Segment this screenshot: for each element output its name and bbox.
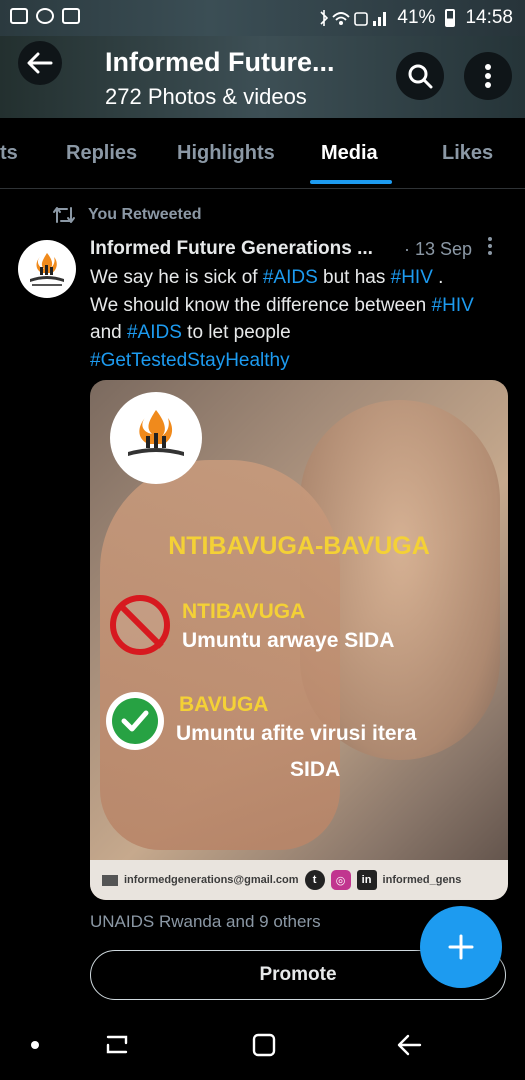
hashtag-gettestedstayhealthy[interactable]: #GetTestedStayHealthy: [90, 350, 290, 371]
media-logo: [110, 392, 202, 484]
plus-icon: [448, 934, 474, 960]
status-right: 41% 14:58: [317, 7, 513, 29]
recent-apps-icon[interactable]: [104, 1033, 130, 1057]
do-say-label: BAVUGA: [179, 693, 269, 716]
more-options-button[interactable]: [464, 52, 512, 100]
page-title: Informed Future...: [105, 47, 335, 77]
status-notification-icons: [10, 8, 80, 24]
active-tab-indicator: [310, 180, 392, 184]
retweet-icon: [53, 207, 75, 223]
battery-icon: [445, 9, 456, 27]
media-title: NTIBAVUGA-BAVUGA: [168, 532, 430, 560]
nav-dot-indicator: [31, 1041, 39, 1049]
logo-icon: [30, 253, 64, 286]
liked-by-text[interactable]: UNAIDS Rwanda and 9 others: [90, 912, 321, 932]
author-name[interactable]: Informed Future Generations ...: [90, 238, 373, 260]
tweet-date: · 13 Sep: [404, 239, 473, 259]
media-footer: informedgenerations@gmail.com t ◎ in inf…: [90, 860, 508, 900]
do-say-text-line1: Umuntu afite virusi itera: [176, 722, 417, 745]
profile-tabs: ts Replies Highlights Media Likes: [0, 118, 525, 189]
checkmark-icon: [121, 710, 149, 732]
hashtag-aids[interactable]: #AIDS: [263, 267, 318, 288]
logo-icon: [128, 410, 184, 456]
page-subtitle: 272 Photos & videos: [105, 84, 307, 109]
retweet-label: You Retweeted: [88, 206, 202, 223]
news-icon: [62, 8, 80, 24]
tab-likes[interactable]: Likes: [442, 142, 493, 165]
back-button[interactable]: [18, 41, 62, 85]
system-nav-bar: [0, 1010, 525, 1080]
tweet-media-image[interactable]: NTIBAVUGA-BAVUGA NTIBAVUGA Umuntu arwaye…: [90, 380, 508, 900]
photo-background-hand: [100, 460, 340, 850]
signal-icons: [320, 10, 387, 26]
battery-percent: 41%: [397, 7, 436, 28]
dont-say-text: Umuntu arwaye SIDA: [182, 629, 395, 652]
more-vert-icon: [485, 64, 491, 88]
gallery-icon: [10, 8, 28, 24]
text-segment: We say he is sick of: [90, 267, 263, 288]
back-nav-icon[interactable]: [396, 1032, 422, 1058]
whatsapp-icon: [36, 8, 54, 24]
email-icon: [102, 874, 118, 886]
tab-replies[interactable]: Replies: [66, 142, 137, 165]
tweet-more-button[interactable]: [487, 236, 493, 262]
text-segment: .: [432, 267, 444, 288]
media-email: informedgenerations@gmail.com: [124, 874, 299, 886]
home-icon[interactable]: [251, 1032, 277, 1058]
tab-posts[interactable]: ts: [0, 142, 18, 165]
search-icon: [408, 64, 433, 89]
tab-highlights[interactable]: Highlights: [177, 142, 275, 165]
retweet-indicator: You Retweeted: [52, 206, 202, 224]
dont-say-label: NTIBAVUGA: [182, 600, 306, 623]
tab-media[interactable]: Media: [321, 142, 378, 165]
hashtag-hiv[interactable]: #HIV: [432, 295, 474, 316]
tweet-text: We say he is sick of #AIDS but has #HIV …: [90, 264, 515, 374]
clock: 14:58: [465, 7, 513, 28]
twitter-icon: t: [304, 870, 325, 890]
media-handle: informed_gens: [382, 874, 462, 886]
text-segment: to let people: [181, 322, 291, 343]
compose-button[interactable]: [420, 906, 502, 988]
linkedin-icon: in: [356, 870, 377, 890]
hashtag-hiv[interactable]: #HIV: [391, 267, 433, 288]
prohibited-icon: [110, 595, 170, 655]
author-avatar[interactable]: [18, 240, 76, 298]
text-segment: and: [90, 322, 127, 343]
hashtag-aids[interactable]: #AIDS: [127, 322, 182, 343]
do-say-text-line2: SIDA: [290, 758, 341, 781]
text-segment: We should know the difference between: [90, 294, 432, 316]
more-vert-icon: [488, 237, 492, 255]
instagram-icon: ◎: [330, 870, 351, 890]
text-segment: but has: [317, 267, 391, 288]
back-arrow-icon: [27, 52, 53, 74]
search-button[interactable]: [396, 52, 444, 100]
check-icon: [106, 692, 164, 750]
